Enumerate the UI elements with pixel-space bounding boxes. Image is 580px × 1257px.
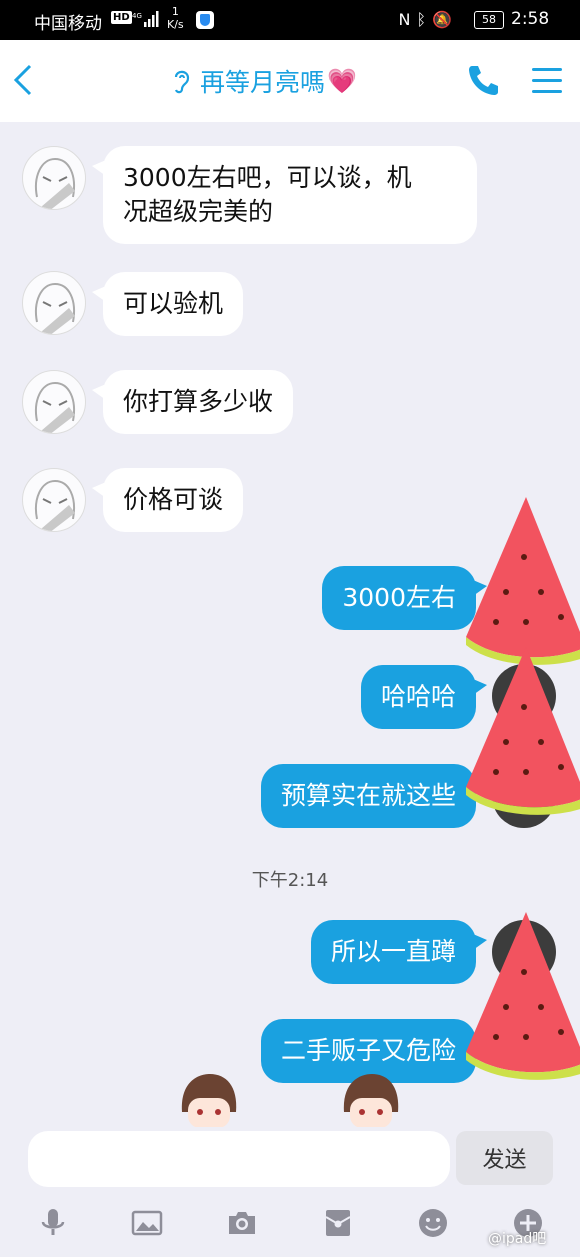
chat-header: 再等月亮嗎 💗 bbox=[0, 40, 580, 122]
camera-icon[interactable] bbox=[226, 1207, 258, 1239]
contact-avatar[interactable] bbox=[22, 468, 86, 532]
back-arrow-icon[interactable] bbox=[6, 60, 46, 100]
message-bubble-incoming[interactable]: 你打算多少收 bbox=[91, 370, 294, 434]
contact-avatar[interactable] bbox=[22, 146, 86, 210]
menu-icon[interactable] bbox=[532, 68, 562, 94]
chat-title: 再等月亮嗎 bbox=[200, 68, 326, 97]
carrier-name: 中国移动 bbox=[34, 14, 102, 34]
message-bubble-outgoing[interactable]: 预算实在就这些 bbox=[260, 764, 488, 828]
status-icons: Nᛒ🔕 bbox=[399, 10, 459, 29]
red-packet-icon[interactable] bbox=[322, 1207, 354, 1239]
message-text: 3000左右吧，可以谈，机 bbox=[123, 163, 412, 192]
chibi-character-icon bbox=[343, 1074, 399, 1127]
title-group[interactable]: 再等月亮嗎 💗 bbox=[170, 64, 357, 98]
contact-avatar[interactable] bbox=[22, 271, 86, 335]
watermelon-sticker-icon bbox=[466, 497, 580, 665]
speed-unit: K/s bbox=[167, 18, 184, 31]
message-bubble-incoming[interactable]: 价格可谈 bbox=[91, 468, 244, 532]
mute-bell-icon: 🔕 bbox=[432, 10, 458, 29]
image-icon[interactable] bbox=[131, 1207, 163, 1239]
heart-emoji: 💗 bbox=[327, 67, 357, 95]
contact-avatar[interactable] bbox=[22, 370, 86, 434]
microphone-icon[interactable] bbox=[37, 1207, 69, 1239]
chibi-character-icon bbox=[181, 1074, 237, 1127]
battery-indicator: 58 bbox=[474, 11, 504, 29]
message-list[interactable]: 3000左右吧，可以谈，机 况超级完美的 可以验机 你打算多少收 价格可谈 30… bbox=[0, 122, 580, 1127]
network-speed: 1 K/s bbox=[167, 5, 184, 31]
status-bar: 中国移动 HD 4G 1 K/s Nᛒ🔕 58 2:58 bbox=[0, 0, 580, 40]
clock: 2:58 bbox=[511, 9, 550, 29]
watermark: @ipad吧 bbox=[488, 1231, 547, 1247]
watermelon-sticker-icon bbox=[466, 647, 580, 815]
message-bubble-outgoing[interactable]: 所以一直蹲 bbox=[310, 920, 488, 984]
speed-value: 1 bbox=[171, 5, 179, 18]
message-bubble-incoming[interactable]: 可以验机 bbox=[91, 272, 244, 336]
message-text: 况超级完美的 bbox=[123, 197, 274, 226]
phone-icon[interactable] bbox=[466, 62, 502, 98]
message-timestamp: 下午2:14 bbox=[251, 870, 329, 891]
emoji-icon[interactable] bbox=[417, 1207, 449, 1239]
watermelon-sticker-icon bbox=[466, 912, 580, 1080]
nfc-icon: N bbox=[398, 10, 417, 29]
message-input[interactable] bbox=[28, 1131, 450, 1187]
shield-icon bbox=[196, 11, 214, 29]
bluetooth-icon: ᛒ bbox=[416, 10, 433, 29]
send-button[interactable]: 发送 bbox=[456, 1131, 553, 1185]
message-bubble-outgoing[interactable]: 哈哈哈 bbox=[360, 665, 488, 729]
message-bubble-outgoing[interactable]: 3000左右 bbox=[322, 566, 487, 630]
signal-icon: 4G bbox=[132, 11, 159, 27]
svg-text:4G: 4G bbox=[132, 12, 142, 20]
hd-badge: HD bbox=[111, 11, 132, 24]
message-bubble-incoming[interactable]: 3000左右吧，可以谈，机 况超级完美的 bbox=[92, 146, 477, 244]
ear-icon bbox=[174, 70, 190, 94]
